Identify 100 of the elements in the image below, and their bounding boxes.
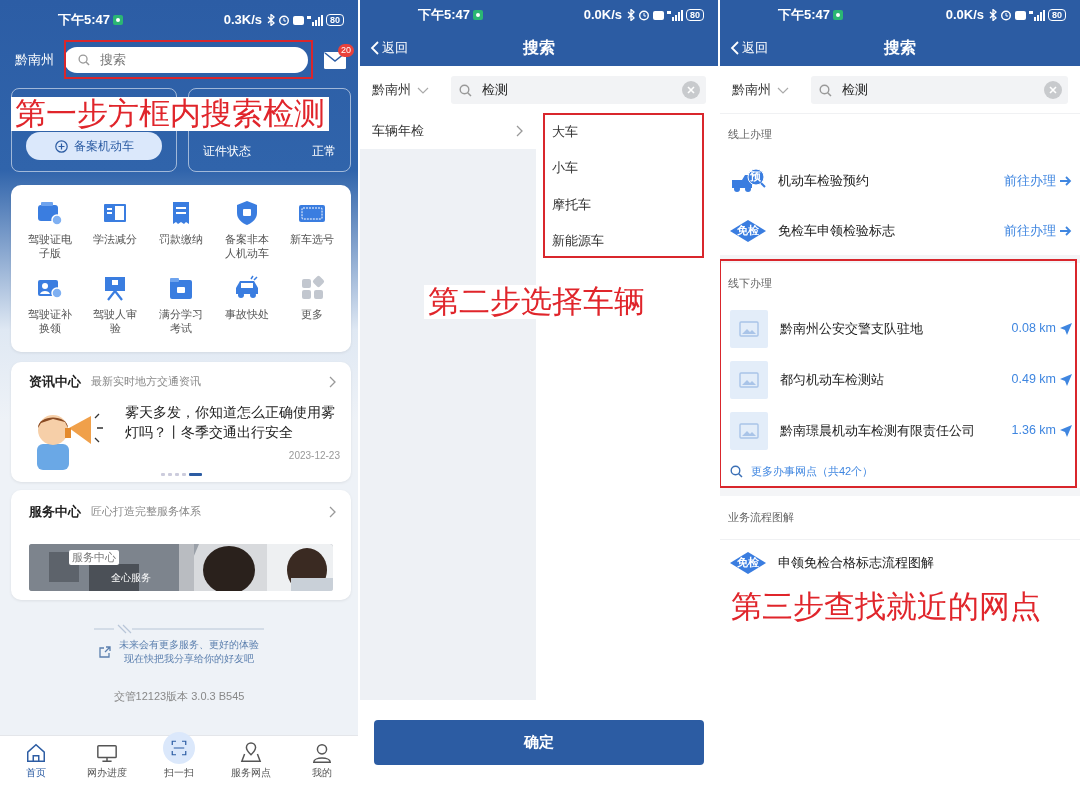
chevron-left-icon [730, 41, 739, 55]
service-label[interactable]: 新车选号 [287, 232, 338, 247]
alarm-icon [638, 9, 650, 21]
image-icon [739, 422, 759, 439]
vehicle-option[interactable]: 大车 [536, 113, 718, 150]
news-date: 2023-12-23 [287, 449, 340, 464]
vehicle-option[interactable]: 小车 [536, 149, 718, 186]
section-subtitle: 最新实时地方交通资讯 [91, 373, 201, 389]
chevron-right-icon[interactable] [328, 375, 337, 388]
back-button[interactable]: 返回 [360, 38, 440, 58]
service-label[interactable]: 驾驶人审验 [90, 306, 141, 336]
service-label[interactable]: 满分学习考试 [156, 306, 206, 336]
annotation-text: 第一步方框内搜索检测 [11, 97, 329, 131]
distance-text: 0.08 km [1011, 320, 1056, 338]
person-icon [311, 741, 334, 764]
service-label[interactable]: 事故快处 [221, 306, 272, 321]
share-icon[interactable] [99, 645, 111, 658]
section-subtitle: 匠心打造完整服务体系 [91, 503, 201, 519]
arrow-right-icon [1059, 226, 1072, 236]
banner-text: 全心服务 [111, 570, 151, 585]
alarm-icon [1000, 9, 1012, 21]
guide-name[interactable]: 申领免检合格标志流程图解 [778, 552, 934, 573]
bluetooth-icon [989, 9, 997, 21]
nav-tab[interactable]: 首页 [0, 736, 72, 785]
signal-icon [667, 9, 683, 21]
service-label[interactable]: 罚款缴纳 [156, 232, 206, 247]
service-label[interactable]: 备案非本人机动车 [221, 232, 272, 261]
service-label[interactable]: 更多 [287, 306, 338, 321]
search-field[interactable]: 搜索 [64, 47, 308, 73]
region-label[interactable]: 黔南州 [15, 50, 54, 70]
notification-icon [473, 10, 484, 20]
navigate-icon[interactable] [1060, 424, 1072, 437]
screen-title: 搜索 [521, 38, 556, 58]
section-label: 业务流程图解 [720, 496, 1080, 540]
distance-text: 0.49 km [1011, 371, 1056, 389]
screen-title: 搜索 [882, 38, 917, 58]
more-stations-link[interactable]: 更多办事网点（共42个） [720, 456, 884, 486]
status-value: 正常 [312, 143, 336, 160]
notification-icon [833, 10, 844, 20]
region-dropdown[interactable]: 黔南州 [732, 80, 789, 100]
search-icon [819, 83, 832, 97]
service-label[interactable]: 驾驶证补换领 [24, 306, 75, 336]
alarm-icon [278, 14, 290, 26]
region-dropdown[interactable]: 黔南州 [372, 80, 429, 100]
service-label[interactable]: 驾驶证电子版 [24, 232, 75, 261]
arrow-right-icon [1059, 176, 1072, 186]
search-input[interactable]: 检测 [840, 79, 1036, 101]
chevron-down-icon [777, 86, 789, 94]
chevron-right-icon[interactable] [328, 505, 337, 518]
scan-icon [170, 738, 188, 757]
section-label: 线下办理 [727, 276, 773, 291]
service-label[interactable]: 学法减分 [90, 232, 141, 247]
station-name[interactable]: 都匀机动车检测站 [780, 369, 884, 390]
vehicle-option[interactable]: 新能源车 [536, 222, 718, 259]
back-button[interactable]: 返回 [720, 38, 800, 58]
search-icon [78, 54, 90, 66]
status-time: 下午5:47 [418, 6, 471, 25]
network-speed: 0.0K/s [945, 6, 984, 25]
exemption-badge: 免检 [730, 220, 766, 242]
divider-ornament-icon [94, 624, 264, 634]
station-name[interactable]: 黔南璟晨机动车检测有限责任公司 [780, 420, 975, 441]
mail-icon[interactable] [324, 51, 346, 69]
service-name: 免检车申领检验标志 [778, 222, 895, 241]
chevron-left-icon [370, 41, 379, 55]
version-text: 交管12123版本 3.0.3 B545 [113, 688, 245, 704]
battery-indicator: 80 [326, 14, 344, 26]
share-message: 未来会有更多服务、更好的体验 现在快把我分享给你的好友吧 [119, 638, 259, 666]
nav-tab[interactable]: 服务网点 [214, 736, 287, 785]
bluetooth-icon [267, 14, 275, 26]
news-headline[interactable]: 雾天多发，你知道怎么正确使用雾灯吗？丨冬季交通出行安全 [125, 401, 340, 443]
service-name: 机动车检验预约 [778, 172, 869, 191]
search-field[interactable]: 检测 [451, 76, 706, 104]
chevron-right-icon [515, 125, 524, 137]
search-field[interactable]: 检测 [811, 76, 1068, 104]
bluetooth-icon [627, 9, 635, 21]
section-title: 资讯中心 [29, 373, 81, 391]
signal-icon [1029, 9, 1045, 21]
nav-tab[interactable]: 网办进度 [71, 736, 144, 785]
count-badge: 20 [338, 43, 354, 57]
vehicle-option[interactable]: 摩托车 [536, 186, 718, 223]
search-icon [459, 83, 472, 97]
category-item[interactable]: 车辆年检 [360, 113, 536, 149]
go-link[interactable]: 前往办理 [1004, 221, 1072, 241]
status-label: 证件状态 [203, 143, 251, 160]
status-time: 下午5:47 [58, 11, 111, 30]
search-input[interactable]: 检测 [480, 79, 674, 101]
add-vehicle-button[interactable]: 备案机动车 [26, 132, 162, 160]
section-label: 线上办理 [727, 127, 773, 142]
battery-indicator: 80 [686, 9, 704, 21]
nav-tab[interactable]: 我的 [286, 736, 358, 785]
license-icon[interactable] [35, 199, 64, 227]
map-pin-icon [239, 741, 262, 764]
navigate-icon[interactable] [1060, 373, 1072, 386]
confirm-button[interactable]: 确定 [374, 720, 704, 765]
search-input[interactable]: 搜索 [98, 49, 218, 71]
image-icon [739, 371, 759, 388]
go-link[interactable]: 前往办理 [1004, 171, 1072, 191]
station-name[interactable]: 黔南州公安交警支队驻地 [780, 318, 923, 339]
chevron-down-icon [417, 86, 429, 94]
navigate-icon[interactable] [1060, 322, 1072, 335]
